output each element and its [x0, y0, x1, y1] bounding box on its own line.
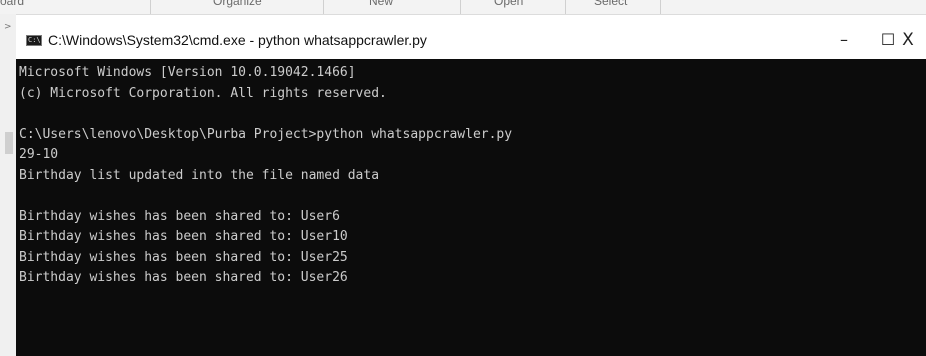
console-line: Birthday wishes has been shared to: User… [19, 229, 348, 244]
ribbon-divider [460, 0, 461, 14]
minimize-button[interactable]: – [824, 25, 864, 55]
chevron-right-icon[interactable]: > [4, 22, 12, 32]
console-line: Birthday wishes has been shared to: User… [19, 270, 348, 285]
ribbon-label-open: Open [494, 0, 524, 8]
console-line: C:\Users\lenovo\Desktop\Purba Project>py… [19, 126, 513, 142]
ribbon-divider [323, 0, 324, 14]
console-line: (c) Microsoft Corporation. All rights re… [19, 85, 387, 101]
console-line: 29-10 [19, 147, 59, 162]
title-bar[interactable]: C:\ C:\Windows\System32\cmd.exe - python… [16, 14, 926, 59]
ribbon-divider [565, 0, 566, 14]
console-line: Birthday wishes has been shared to: User… [19, 249, 348, 265]
ribbon-label-organize: Organize [213, 0, 262, 8]
console-line: Microsoft Windows [Version 10.0.19042.14… [19, 65, 356, 80]
cmd-icon: C:\ [26, 35, 42, 46]
ribbon-label-select: Select [594, 0, 628, 8]
ribbon-label-clipboard: oard [0, 0, 25, 8]
console-line: Birthday wishes has been shared to: User… [19, 208, 340, 224]
console-line: Birthday list updated into the file name… [19, 167, 380, 183]
console-output[interactable]: Microsoft Windows [Version 10.0.19042.14… [16, 59, 926, 356]
ribbon-divider [150, 0, 151, 14]
close-button[interactable]: X [890, 25, 926, 55]
cmd-window[interactable]: C:\ C:\Windows\System32\cmd.exe - python… [16, 14, 926, 356]
explorer-navigation-edge: > [0, 14, 16, 356]
ribbon-divider [660, 0, 661, 14]
ribbon-label-new: New [369, 0, 394, 8]
window-title: C:\Windows\System32\cmd.exe - python wha… [48, 32, 427, 48]
nav-selection-marker [5, 132, 13, 154]
explorer-ribbon-background: oard Organize New Open Select [0, 0, 926, 14]
